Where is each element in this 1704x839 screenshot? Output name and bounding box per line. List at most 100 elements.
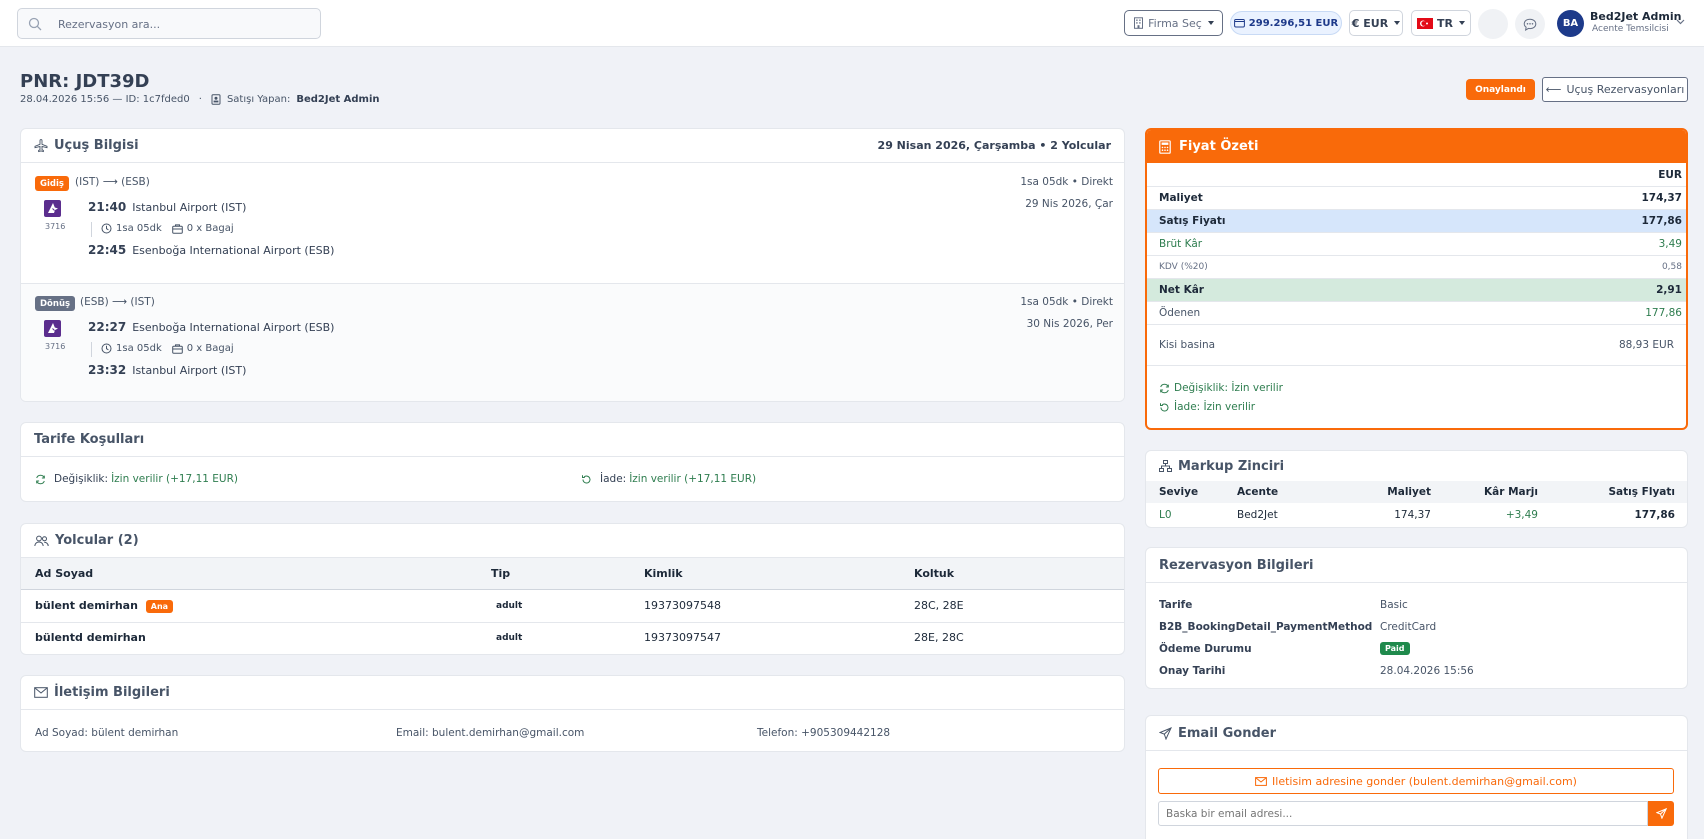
price-label: Brüt Kâr <box>1159 238 1203 250</box>
column-header: Kâr Marjı <box>1431 481 1538 503</box>
column-header: Kimlik <box>644 558 914 589</box>
chat-icon <box>1523 18 1537 31</box>
reservation-label: Tarife <box>1159 599 1193 611</box>
other-email-input[interactable] <box>1158 801 1648 826</box>
clock-icon <box>101 343 112 354</box>
balance-value: 299.296,51 EUR <box>1248 17 1339 29</box>
segment-duration-summary: 1sa 05dk • Direkt <box>1020 176 1113 188</box>
currency-select[interactable]: € EUR <box>1349 10 1403 36</box>
flight-info-title: Uçuş Bilgisi <box>54 138 139 153</box>
primary-badge: Ana <box>145 600 174 613</box>
flight-segment-outbound: Gidiş (IST) ⟶ (ESB) 1sa 05dk • Direkt 29… <box>21 164 1124 283</box>
table-header-row: Ad Soyad Tip Kimlik Koltuk <box>21 558 1124 589</box>
table-row[interactable]: bülent demirhan Ana adult 19373097548 28… <box>21 589 1124 622</box>
passenger-name-cell: bülent demirhan Ana <box>21 589 491 622</box>
timeline-divider <box>91 222 92 237</box>
price-summary-header: Fiyat Özeti <box>1147 130 1686 163</box>
arrival-airport: Esenboğa International Airport (ESB) <box>132 244 335 257</box>
price-label: KDV (%20) <box>1159 262 1208 272</box>
segment-details: 1sa 05dk 0 x Bagaj <box>101 343 234 354</box>
undo-icon <box>582 474 591 484</box>
column-header: Koltuk <box>914 558 1124 589</box>
price-change-text: Değişiklik: İzin verilir <box>1174 382 1283 394</box>
send-to-contact-button[interactable]: Iletisim adresine gonder (bulent.demirha… <box>1158 768 1674 794</box>
id-badge-icon <box>211 94 221 105</box>
passengers-table: Ad Soyad Tip Kimlik Koltuk bülent demirh… <box>21 558 1124 653</box>
table-header-row: Seviye Acente Maliyet Kâr Marjı Satış Fl… <box>1146 481 1687 503</box>
back-label: Uçuş Rezervasyonları <box>1566 83 1685 96</box>
table-row[interactable]: bülentd demirhan adult 19373097547 28E, … <box>21 622 1124 653</box>
price-value: 3,49 <box>1658 238 1682 250</box>
fare-refund-label: İade: <box>600 473 627 485</box>
language-select[interactable]: TR <box>1411 10 1471 36</box>
search-input[interactable] <box>58 15 308 33</box>
passenger-name: bülent demirhan <box>35 599 138 612</box>
reservation-label: Onay Tarihi <box>1159 665 1226 677</box>
firma-select[interactable]: Firma Seç <box>1124 10 1223 36</box>
price-value: 177,86 <box>1645 307 1682 319</box>
column-header: Seviye <box>1146 481 1237 503</box>
status-badge: Onaylandı <box>1466 79 1535 100</box>
chevron-down-icon <box>1394 21 1401 25</box>
email-send-header: Email Gonder <box>1146 716 1687 751</box>
messages-button[interactable] <box>1515 9 1545 39</box>
segment-duration: 1sa 05dk <box>116 343 162 354</box>
markup-sale: 177,86 <box>1634 509 1675 521</box>
passengers-card: Yolcular (2) Ad Soyad Tip Kimlik Koltuk … <box>20 523 1125 655</box>
price-refund-text: İade: İzin verilir <box>1174 401 1256 413</box>
segment-route: (ESB) ⟶ (IST) <box>80 296 155 308</box>
chevron-down-icon[interactable] <box>1676 19 1685 25</box>
contact-phone: Telefon: +905309442128 <box>757 727 891 739</box>
top-bar: Firma Seç 299.296,51 EUR € EUR TR BA Bed… <box>0 0 1704 47</box>
mail-icon <box>34 687 48 698</box>
payment-status-badge: Paid <box>1380 642 1410 655</box>
reservation-label: Ödeme Durumu <box>1159 643 1252 655</box>
arrival-row: 23:32 Istanbul Airport (IST) <box>88 363 246 377</box>
segment-badge: Gidiş <box>35 176 69 191</box>
reservation-label: B2B_BookingDetail_PaymentMethod <box>1159 621 1373 633</box>
chevron-down-icon <box>1207 21 1214 25</box>
send-email-button[interactable] <box>1648 801 1674 826</box>
back-button[interactable]: ⟵ Uçuş Rezervasyonları <box>1542 77 1688 102</box>
avatar[interactable]: BA <box>1557 10 1584 37</box>
flight-segment-return: Dönüş (ESB) ⟶ (IST) 1sa 05dk • Direkt 30… <box>21 284 1124 401</box>
price-summary-title: Fiyat Özeti <box>1179 139 1259 154</box>
contact-title: İletişim Bilgileri <box>54 685 170 700</box>
user-name[interactable]: Bed2Jet Admin <box>1590 10 1681 23</box>
search-box[interactable] <box>17 8 321 39</box>
currency-label: € EUR <box>1351 16 1389 30</box>
price-value: 177,86 <box>1641 215 1682 227</box>
reservation-header: Rezervasyon Bilgileri <box>1146 548 1687 583</box>
arrival-airport: Istanbul Airport (IST) <box>132 364 247 377</box>
notification-button[interactable] <box>1478 9 1508 39</box>
arrival-row: 22:45 Esenboğa International Airport (ESB… <box>88 243 334 257</box>
arrival-time: 22:45 <box>88 243 127 257</box>
price-row-gross-profit: Brüt Kâr 3,49 <box>1147 233 1686 256</box>
luggage-icon <box>171 343 183 354</box>
email-send-title: Email Gonder <box>1178 725 1277 741</box>
price-row-vat: KDV (%20) 0,58 <box>1147 256 1686 279</box>
price-row-sale: Satış Fiyatı 177,86 <box>1147 210 1686 233</box>
per-person-label: Kisi basina <box>1159 339 1216 351</box>
segment-duration: 1sa 05dk <box>116 223 162 234</box>
reservation-value: CreditCard <box>1380 621 1437 633</box>
arrow-left-icon: ⟵ <box>1545 83 1562 96</box>
send-icon <box>1159 726 1172 740</box>
price-label: Satış Fiyatı <box>1159 215 1226 227</box>
plane-icon <box>34 138 48 152</box>
arrival-time: 23:32 <box>88 363 127 377</box>
timeline-divider <box>91 342 92 357</box>
segment-baggage: 0 x Bagaj <box>186 223 234 234</box>
meta-separator: · <box>198 94 202 105</box>
column-header: Ad Soyad <box>21 558 491 589</box>
column-header: Tip <box>491 558 644 589</box>
undo-icon <box>1160 402 1169 412</box>
departure-airport: Istanbul Airport (IST) <box>132 201 247 214</box>
price-value: 0,58 <box>1661 262 1682 272</box>
price-label: Maliyet <box>1159 192 1203 204</box>
reservation-value: 28.04.2026 15:56 <box>1380 665 1474 677</box>
column-header: Maliyet <box>1335 481 1431 503</box>
pnr-date-id: 28.04.2026 15:56 — ID: 1c7fded0 <box>20 94 190 105</box>
building-icon <box>1134 17 1144 29</box>
passenger-name: bülentd demirhan <box>35 631 146 645</box>
